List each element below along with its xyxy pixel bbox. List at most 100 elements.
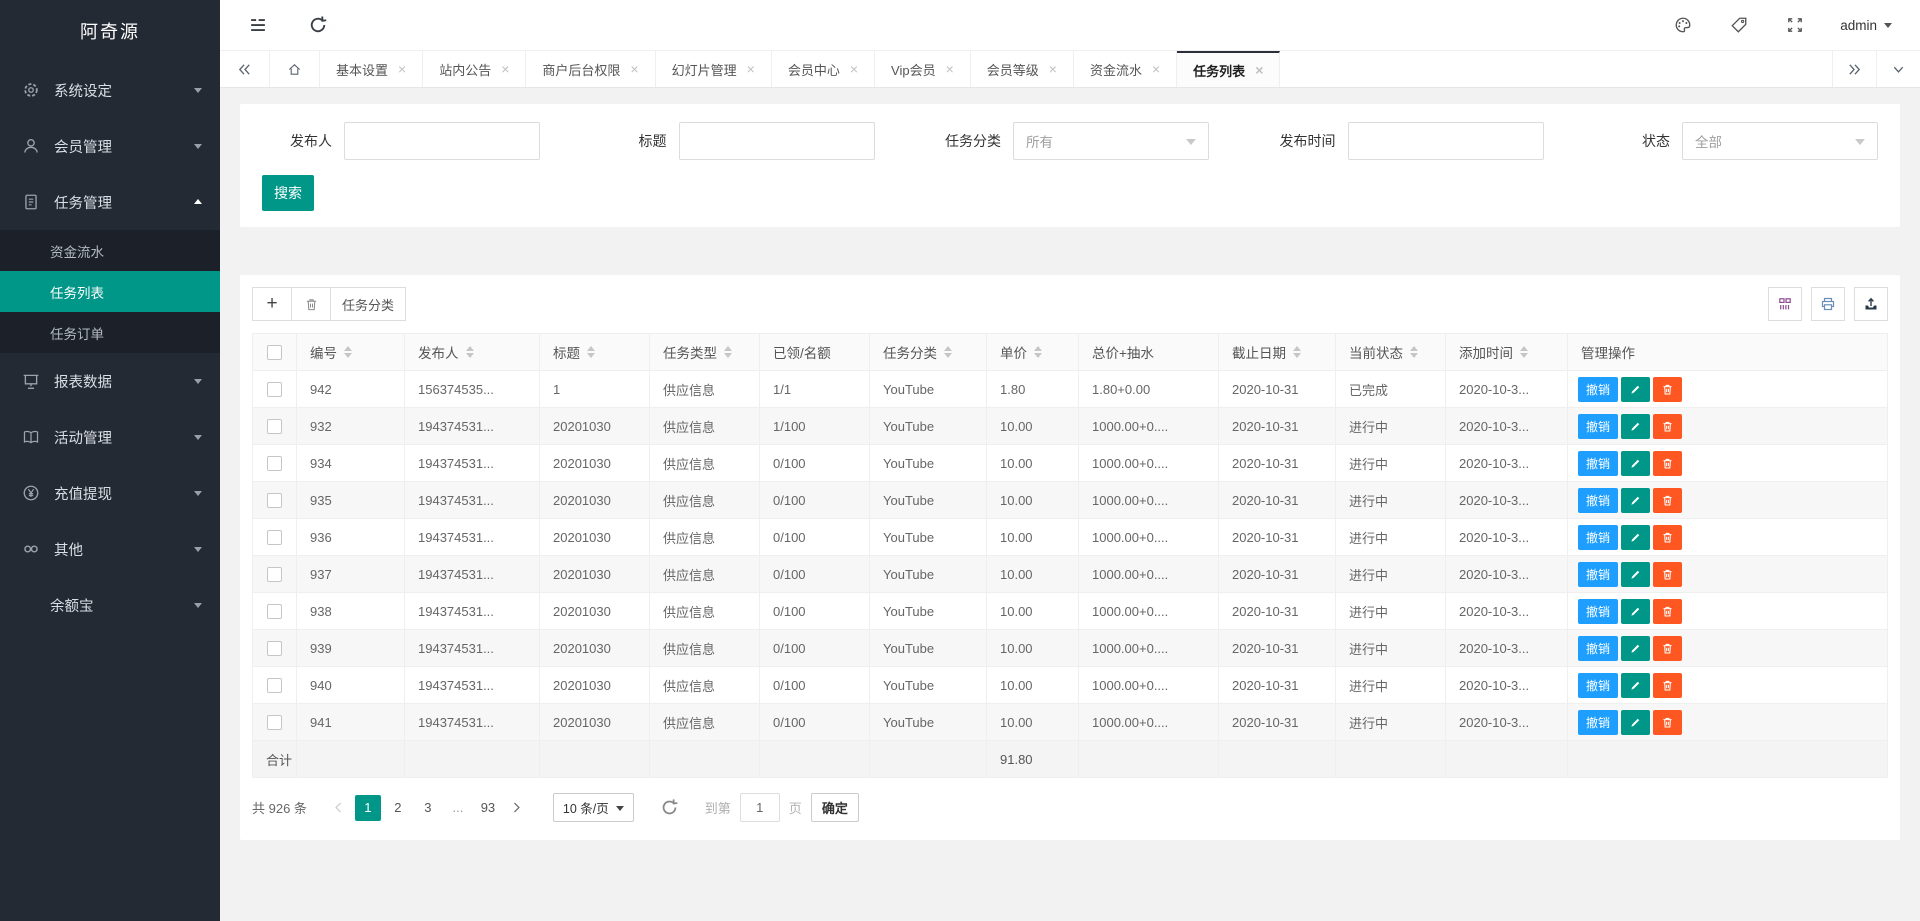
edit-button[interactable] (1621, 451, 1650, 476)
delete-button[interactable] (1653, 673, 1682, 698)
sort-icon[interactable] (587, 346, 595, 358)
menu-collapse-icon[interactable] (248, 15, 268, 35)
sidebar-group-item[interactable]: 会员管理 (0, 118, 220, 174)
sidebar-sub-item[interactable]: 任务列表 (0, 271, 220, 312)
revoke-button[interactable]: 撤销 (1578, 636, 1618, 661)
close-icon[interactable]: × (630, 62, 638, 76)
close-icon[interactable]: × (850, 62, 858, 76)
tab-item[interactable]: 资金流水 × (1074, 51, 1177, 87)
column-header[interactable]: 当前状态 (1336, 334, 1446, 371)
sidebar-group-item[interactable]: 余额宝 (0, 577, 220, 633)
delete-button[interactable] (1653, 525, 1682, 550)
column-header[interactable]: 添加时间 (1446, 334, 1568, 371)
field-select[interactable]: 全部 (1682, 122, 1878, 160)
revoke-button[interactable]: 撤销 (1578, 488, 1618, 513)
task-category-button[interactable]: 任务分类 (330, 287, 406, 321)
delete-button[interactable] (1653, 451, 1682, 476)
row-checkbox[interactable] (267, 567, 282, 582)
column-header[interactable]: 截止日期 (1219, 334, 1336, 371)
column-header[interactable]: 任务分类 (870, 334, 987, 371)
tab-item[interactable]: 站内公告 × (423, 51, 526, 87)
tabs-scroll-left-button[interactable] (220, 51, 270, 87)
tabs-menu-button[interactable] (1876, 51, 1920, 87)
user-menu[interactable]: admin (1840, 18, 1892, 33)
revoke-button[interactable]: 撤销 (1578, 673, 1618, 698)
column-header[interactable]: 已领/名额 (760, 334, 870, 371)
close-icon[interactable]: × (501, 62, 509, 76)
tag-icon[interactable] (1730, 16, 1748, 34)
sidebar-group-item[interactable]: 活动管理 (0, 409, 220, 465)
edit-button[interactable] (1621, 562, 1650, 587)
sidebar-group-item[interactable]: 系统设定 (0, 62, 220, 118)
column-header[interactable]: 管理操作 (1568, 334, 1888, 371)
column-header[interactable]: 总价+抽水 (1079, 334, 1219, 371)
sidebar-sub-item[interactable]: 任务订单 (0, 312, 220, 353)
column-header[interactable]: 任务类型 (650, 334, 760, 371)
export-button[interactable] (1854, 287, 1888, 321)
search-button[interactable]: 搜索 (262, 175, 314, 211)
revoke-button[interactable]: 撤销 (1578, 599, 1618, 624)
toggle-columns-button[interactable] (1768, 287, 1802, 321)
row-checkbox[interactable] (267, 530, 282, 545)
revoke-button[interactable]: 撤销 (1578, 562, 1618, 587)
sidebar-group-item[interactable]: 充值提现 (0, 465, 220, 521)
page-number-button[interactable]: 1 (355, 795, 381, 821)
row-checkbox[interactable] (267, 641, 282, 656)
add-button[interactable]: + (252, 287, 292, 321)
close-icon[interactable]: × (1152, 62, 1160, 76)
row-checkbox[interactable] (267, 382, 282, 397)
sidebar-group-item[interactable]: 其他 (0, 521, 220, 577)
prev-page-button[interactable] (325, 795, 353, 821)
row-checkbox[interactable] (267, 456, 282, 471)
sort-icon[interactable] (1293, 346, 1301, 358)
column-header[interactable]: 编号 (297, 334, 405, 371)
edit-button[interactable] (1621, 599, 1650, 624)
revoke-button[interactable]: 撤销 (1578, 377, 1618, 402)
print-button[interactable] (1811, 287, 1845, 321)
revoke-button[interactable]: 撤销 (1578, 414, 1618, 439)
delete-button[interactable] (1653, 377, 1682, 402)
edit-button[interactable] (1621, 673, 1650, 698)
delete-selected-button[interactable] (291, 287, 331, 321)
close-icon[interactable]: × (946, 62, 954, 76)
tabs-scroll-right-button[interactable] (1832, 51, 1876, 87)
edit-button[interactable] (1621, 488, 1650, 513)
theme-palette-icon[interactable] (1674, 16, 1692, 34)
revoke-button[interactable]: 撤销 (1578, 451, 1618, 476)
row-checkbox[interactable] (267, 604, 282, 619)
sort-icon[interactable] (1410, 346, 1418, 358)
row-checkbox[interactable] (267, 715, 282, 730)
tab-item[interactable]: Vip会员 × (875, 51, 971, 87)
delete-button[interactable] (1653, 710, 1682, 735)
page-number-button[interactable]: 93 (475, 795, 501, 821)
column-header[interactable]: 单价 (987, 334, 1079, 371)
sort-icon[interactable] (1520, 346, 1528, 358)
field-input[interactable] (344, 122, 540, 160)
tab-item[interactable]: 基本设置 × (320, 51, 423, 87)
edit-button[interactable] (1621, 710, 1650, 735)
refresh-table-icon[interactable] (660, 798, 679, 817)
row-checkbox[interactable] (267, 419, 282, 434)
page-size-select[interactable]: 10 条/页 (553, 793, 634, 822)
delete-button[interactable] (1653, 414, 1682, 439)
row-checkbox[interactable] (267, 493, 282, 508)
close-icon[interactable]: × (1049, 62, 1057, 76)
delete-button[interactable] (1653, 488, 1682, 513)
revoke-button[interactable]: 撤销 (1578, 525, 1618, 550)
edit-button[interactable] (1621, 414, 1650, 439)
row-checkbox[interactable] (267, 678, 282, 693)
goto-page-input[interactable] (740, 793, 780, 822)
tab-item[interactable]: 会员中心 × (772, 51, 875, 87)
tab-item[interactable]: 任务列表 × (1177, 51, 1280, 87)
close-icon[interactable]: × (747, 62, 755, 76)
column-header[interactable]: 标题 (540, 334, 650, 371)
field-select[interactable]: 所有 (1013, 122, 1209, 160)
sort-icon[interactable] (466, 346, 474, 358)
sort-icon[interactable] (1034, 346, 1042, 358)
sidebar-group-item[interactable]: 任务管理 (0, 174, 220, 230)
tab-item[interactable]: 商户后台权限 × (526, 51, 655, 87)
sort-icon[interactable] (724, 346, 732, 358)
delete-button[interactable] (1653, 599, 1682, 624)
sort-icon[interactable] (944, 346, 952, 358)
fullscreen-icon[interactable] (1786, 16, 1804, 34)
